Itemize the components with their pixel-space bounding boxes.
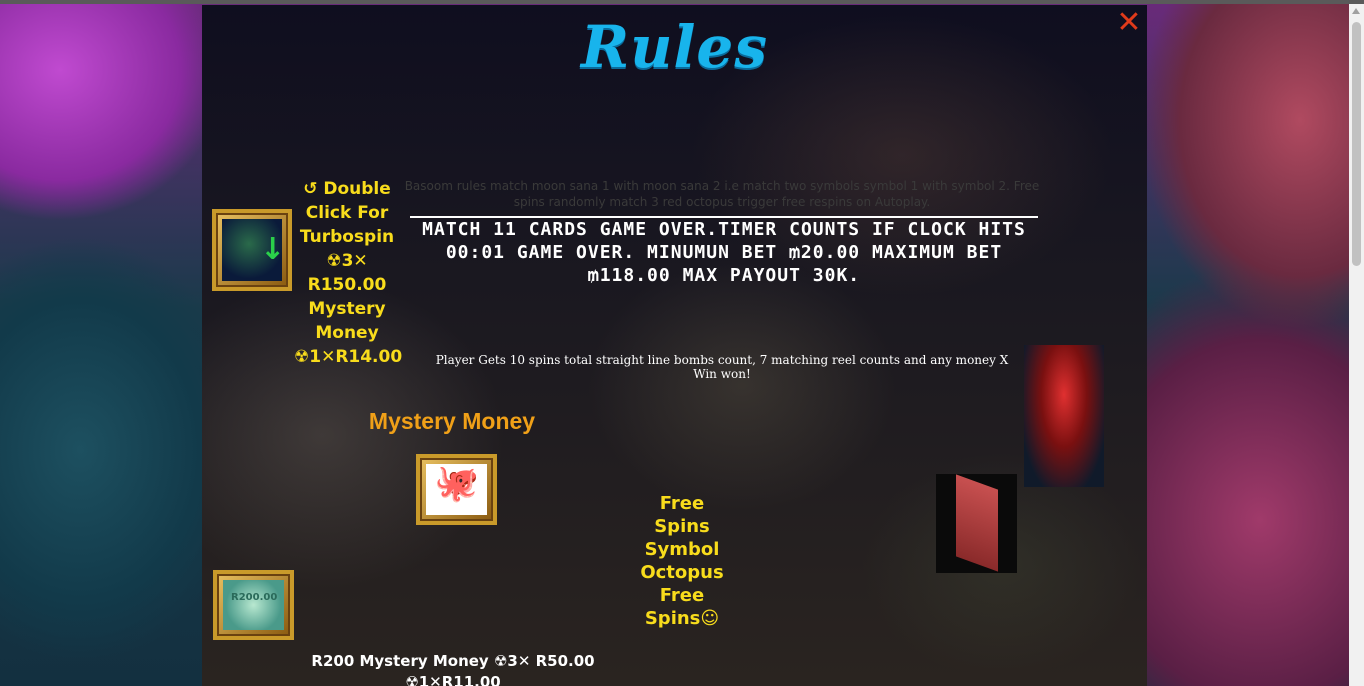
free-spins-line: Spins☺ <box>644 608 720 629</box>
red-octopus-image <box>1024 345 1104 487</box>
rules-title: Rules <box>581 13 768 81</box>
free-spins-line: Free <box>659 585 705 606</box>
free-spins-line: Free <box>659 493 705 514</box>
scroll-up-icon[interactable] <box>1352 8 1360 14</box>
match-rules-text: MATCH 11 CARDS GAME OVER.TIMER COUNTS IF… <box>422 219 1026 286</box>
r200-image-label: R200.00 <box>231 592 278 603</box>
close-icon[interactable]: ✕ <box>1116 8 1142 38</box>
turbo-line: ↺ Double <box>303 179 391 199</box>
turbo-line: ☢1✕R14.00 <box>294 347 403 367</box>
free-spins-line: Spins <box>654 516 710 537</box>
mystery-money-heading: Mystery Money <box>368 408 536 434</box>
arrow-down-icon: ↓ <box>260 232 286 267</box>
turbo-line: Click For <box>305 203 389 223</box>
free-spins-badge-image <box>936 474 1017 573</box>
turbospin-description: ↺ Double Click For Turbospin ☢3✕ R150.00… <box>294 177 403 369</box>
player-rules-text: Player Gets 10 spins total straight line… <box>435 353 1009 381</box>
basoom-rules-text: Basoom rules match moon sana 1 with moon… <box>404 179 1040 209</box>
r200-line: ☢1✕R11.00 <box>405 673 501 686</box>
page-scrollbar[interactable] <box>1349 4 1364 686</box>
r200-line: R200 Mystery Money ☢3✕ R50.00 <box>311 652 595 670</box>
scrollbar-thumb[interactable] <box>1352 22 1361 266</box>
turbo-line: Mystery <box>308 299 386 319</box>
octopus-symbol-image: 🐙 <box>416 454 497 525</box>
turbospin-symbol-image: ↓ <box>212 209 292 291</box>
red-octopus-logo <box>1037 396 1091 410</box>
free-spins-description: Free Spins Symbol Octopus Free Spins☺ <box>637 492 727 630</box>
turbo-line: Turbospin <box>299 227 395 247</box>
free-spins-line: Octopus <box>640 562 724 583</box>
free-spins-line: Symbol <box>644 539 720 560</box>
browser-top-border <box>0 0 1364 4</box>
r200-mystery-money-text: R200 Mystery Money ☢3✕ R50.00 ☢1✕R11.00 <box>298 651 608 686</box>
turbo-line: R150.00 <box>307 275 387 295</box>
r200-mystery-money-image: R200.00 <box>213 570 294 640</box>
octopus-icon: 🐙 <box>434 463 479 504</box>
rules-modal: Rules ✕ Basoom rules match moon sana 1 w… <box>202 5 1147 686</box>
turbo-line: Money <box>315 323 379 343</box>
turbo-line: ☢3✕ <box>326 251 368 271</box>
